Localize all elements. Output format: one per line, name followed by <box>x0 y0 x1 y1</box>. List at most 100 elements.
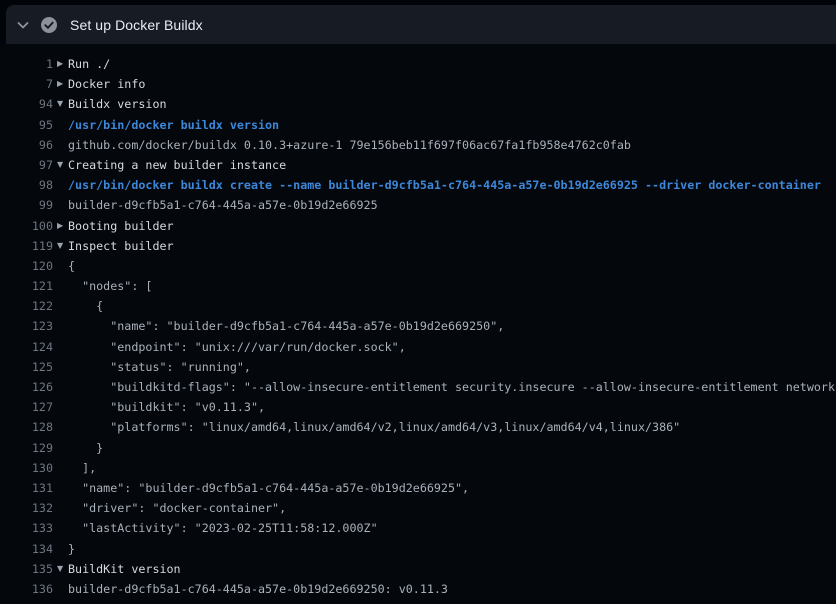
log-row: 127 "buildkit": "v0.11.3", <box>0 397 836 417</box>
triangle-right-icon[interactable]: ▶ <box>53 216 68 236</box>
step-title: Set up Docker Buildx <box>70 17 203 33</box>
line-number[interactable]: 98 <box>0 175 53 195</box>
log-area: 1 ▶ Run ./ 7 ▶ Docker info 94 ▼ Buildx v… <box>0 44 836 604</box>
indent-spacer <box>53 256 68 276</box>
log-output-text: { <box>68 296 103 316</box>
indent-spacer <box>53 539 68 559</box>
log-output-text: github.com/docker/buildx 0.10.3+azure-1 … <box>68 135 631 155</box>
log-group-row: 7 ▶ Docker info <box>0 74 836 94</box>
log-row: 122 { <box>0 296 836 316</box>
indent-spacer <box>53 579 68 599</box>
log-group-row: 97 ▼ Creating a new builder instance <box>0 155 836 175</box>
line-number[interactable]: 7 <box>0 74 53 94</box>
log-output-text: } <box>68 438 103 458</box>
line-number[interactable]: 119 <box>0 236 53 256</box>
log-row: 99 builder-d9cfb5a1-c764-445a-a57e-0b19d… <box>0 195 836 215</box>
line-number[interactable]: 121 <box>0 276 53 296</box>
log-output-text: "nodes": [ <box>68 276 152 296</box>
log-output-text: } <box>68 539 75 559</box>
line-number[interactable]: 130 <box>0 458 53 478</box>
log-output-text: builder-d9cfb5a1-c764-445a-a57e-0b19d2e6… <box>68 195 378 215</box>
log-group-title[interactable]: Creating a new builder instance <box>68 155 286 175</box>
log-command-text: /usr/bin/docker buildx create --name bui… <box>68 175 821 195</box>
log-output-text: builder-d9cfb5a1-c764-445a-a57e-0b19d2e6… <box>68 579 448 599</box>
chevron-down-icon[interactable] <box>6 17 40 33</box>
log-group-title[interactable]: BuildKit version <box>68 559 181 579</box>
log-group-title[interactable]: Run ./ <box>68 54 110 74</box>
line-number[interactable]: 100 <box>0 216 53 236</box>
triangle-down-icon[interactable]: ▼ <box>53 94 68 114</box>
log-output-text: "buildkit": "v0.11.3", <box>68 397 265 417</box>
triangle-down-icon[interactable]: ▼ <box>53 236 68 256</box>
line-number[interactable]: 135 <box>0 559 53 579</box>
indent-spacer <box>53 175 68 195</box>
log-output-text: { <box>68 256 75 276</box>
log-row: 96 github.com/docker/buildx 0.10.3+azure… <box>0 135 836 155</box>
line-number[interactable]: 132 <box>0 498 53 518</box>
line-number[interactable]: 120 <box>0 256 53 276</box>
log-output-text: "buildkitd-flags": "--allow-insecure-ent… <box>68 377 835 397</box>
line-number[interactable]: 94 <box>0 94 53 114</box>
log-output-text: "driver": "docker-container", <box>68 498 286 518</box>
log-group-title[interactable]: Docker info <box>68 74 145 94</box>
log-group-title[interactable]: Buildx version <box>68 94 167 114</box>
log-row: 133 "lastActivity": "2023-02-25T11:58:12… <box>0 518 836 538</box>
line-number[interactable]: 127 <box>0 397 53 417</box>
log-group-row: 94 ▼ Buildx version <box>0 94 836 114</box>
line-number[interactable]: 95 <box>0 115 53 135</box>
triangle-down-icon[interactable]: ▼ <box>53 155 68 175</box>
line-number[interactable]: 129 <box>0 438 53 458</box>
log-row: 125 "status": "running", <box>0 357 836 377</box>
log-row: 95 /usr/bin/docker buildx version <box>0 115 836 135</box>
indent-spacer <box>53 357 68 377</box>
line-number[interactable]: 123 <box>0 316 53 336</box>
line-number[interactable]: 122 <box>0 296 53 316</box>
log-group-title[interactable]: Booting builder <box>68 216 174 236</box>
log-command-text: /usr/bin/docker buildx version <box>68 115 279 135</box>
log-output-text: "lastActivity": "2023-02-25T11:58:12.000… <box>68 518 378 538</box>
indent-spacer <box>53 377 68 397</box>
log-row: 134 } <box>0 539 836 559</box>
indent-spacer <box>53 478 68 498</box>
line-number[interactable]: 99 <box>0 195 53 215</box>
step-header[interactable]: Set up Docker Buildx <box>6 5 836 44</box>
log-output-text: "endpoint": "unix:///var/run/docker.sock… <box>68 337 406 357</box>
indent-spacer <box>53 195 68 215</box>
log-output-text: "name": "builder-d9cfb5a1-c764-445a-a57e… <box>68 478 469 498</box>
triangle-right-icon[interactable]: ▶ <box>53 54 68 74</box>
indent-spacer <box>53 337 68 357</box>
line-number[interactable]: 136 <box>0 579 53 599</box>
log-output-text: "name": "builder-d9cfb5a1-c764-445a-a57e… <box>68 316 504 336</box>
line-number[interactable]: 97 <box>0 155 53 175</box>
log-row: 121 "nodes": [ <box>0 276 836 296</box>
indent-spacer <box>53 438 68 458</box>
line-number[interactable]: 124 <box>0 337 53 357</box>
log-row: 123 "name": "builder-d9cfb5a1-c764-445a-… <box>0 316 836 336</box>
triangle-down-icon[interactable]: ▼ <box>53 559 68 579</box>
indent-spacer <box>53 498 68 518</box>
line-number[interactable]: 134 <box>0 539 53 559</box>
log-group-title[interactable]: Inspect builder <box>68 236 174 256</box>
log-row: 131 "name": "builder-d9cfb5a1-c764-445a-… <box>0 478 836 498</box>
line-number[interactable]: 125 <box>0 357 53 377</box>
line-number[interactable]: 131 <box>0 478 53 498</box>
log-output-text: "status": "running", <box>68 357 251 377</box>
log-row: 126 "buildkitd-flags": "--allow-insecure… <box>0 377 836 397</box>
check-circle-icon <box>40 16 58 34</box>
indent-spacer <box>53 417 68 437</box>
indent-spacer <box>53 397 68 417</box>
log-row: 129 } <box>0 438 836 458</box>
log-row: 98 /usr/bin/docker buildx create --name … <box>0 175 836 195</box>
triangle-right-icon[interactable]: ▶ <box>53 74 68 94</box>
indent-spacer <box>53 316 68 336</box>
line-number[interactable]: 96 <box>0 135 53 155</box>
log-row: 124 "endpoint": "unix:///var/run/docker.… <box>0 337 836 357</box>
line-number[interactable]: 128 <box>0 417 53 437</box>
log-group-row: 119 ▼ Inspect builder <box>0 236 836 256</box>
line-number[interactable]: 133 <box>0 518 53 538</box>
line-number[interactable]: 126 <box>0 377 53 397</box>
line-number[interactable]: 1 <box>0 54 53 74</box>
log-output-text: "platforms": "linux/amd64,linux/amd64/v2… <box>68 417 680 437</box>
indent-spacer <box>53 296 68 316</box>
log-output-text: ], <box>68 458 96 478</box>
